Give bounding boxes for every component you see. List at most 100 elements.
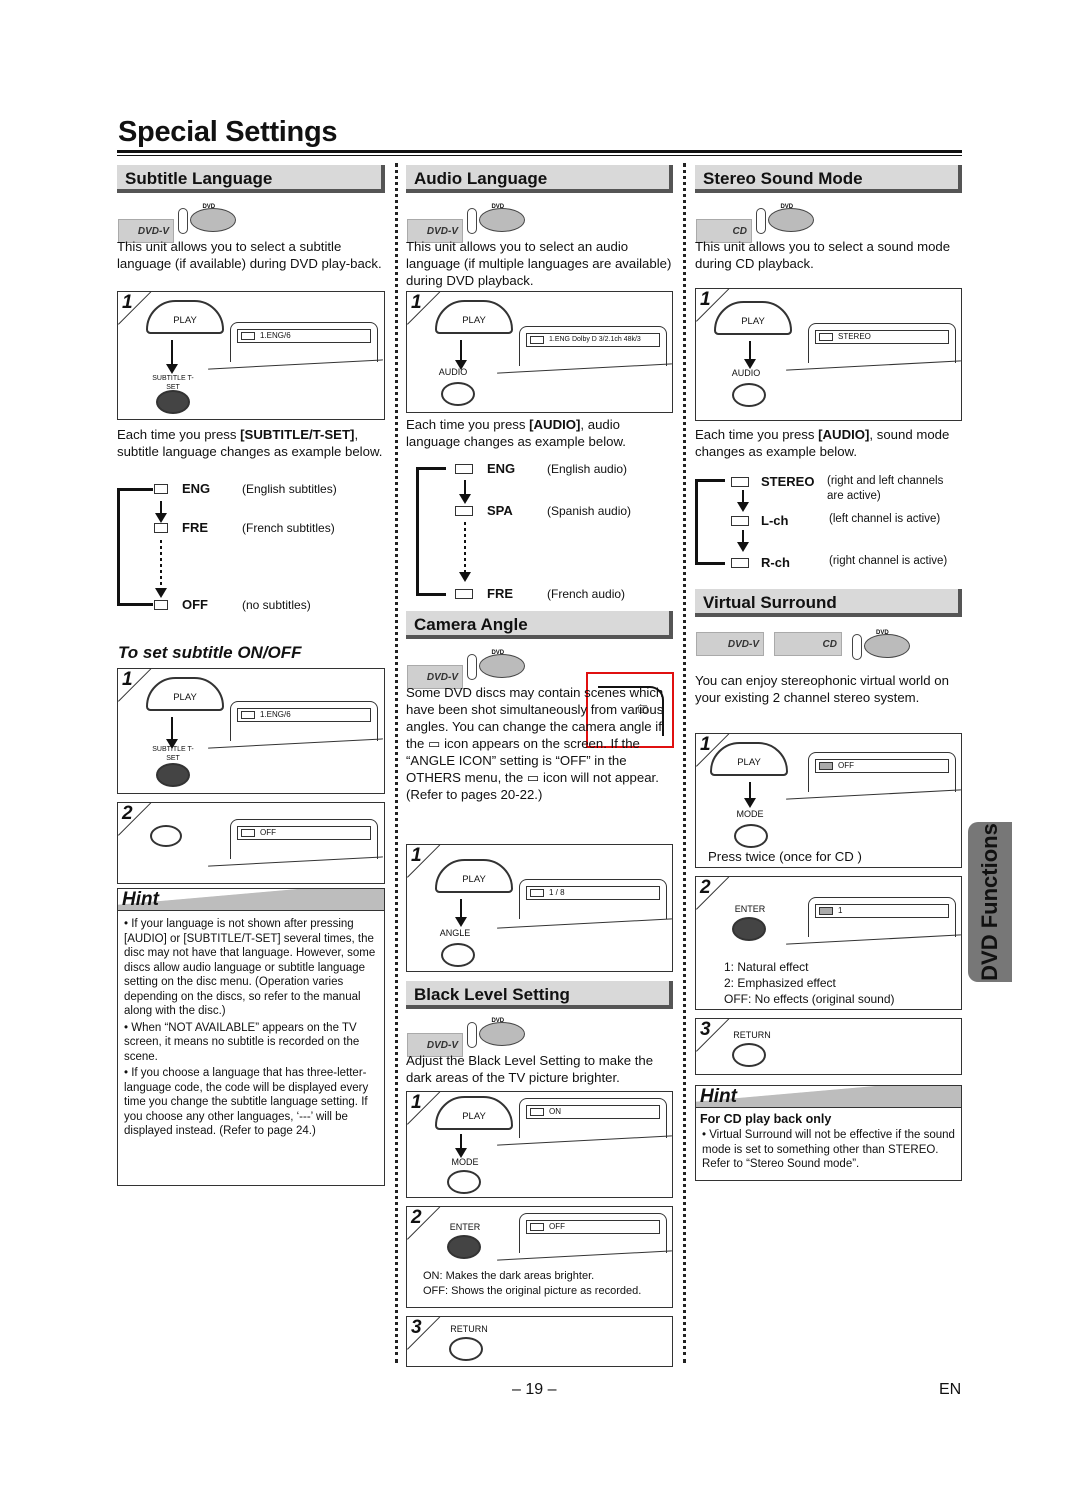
tv-screen: 1.ENG Dolby D 3/2.1ch 48k/3 bbox=[519, 326, 667, 366]
osd-text: STEREO bbox=[838, 332, 871, 341]
subtitle-option: ENG (English subtitles) bbox=[154, 481, 337, 496]
step-number: 3 bbox=[411, 1317, 422, 1338]
subtitle-option: OFF (no subtitles) bbox=[154, 597, 311, 612]
tv-screen: OFF bbox=[230, 819, 378, 859]
tv-screen: STEREO bbox=[808, 323, 956, 363]
dvd-disc-icon: DVD bbox=[467, 204, 527, 234]
note: ON: Makes the dark areas brighter. bbox=[423, 1270, 595, 1282]
play-button-illustration: PLAY bbox=[435, 300, 513, 334]
osd-text: ON bbox=[549, 1107, 561, 1116]
osd-text: 1.ENG Dolby D 3/2.1ch 48k/3 bbox=[549, 336, 641, 343]
column-divider bbox=[395, 163, 398, 1363]
hint-item: • Virtual Surround will not be effective… bbox=[702, 1129, 955, 1170]
tv-screen: 1.ENG/6 bbox=[230, 701, 378, 741]
osd-text: 1 / 8 bbox=[549, 888, 565, 897]
audio-instruction: Each time you press [AUDIO], audio langu… bbox=[406, 417, 626, 449]
step-number: 2 bbox=[122, 803, 133, 824]
step-number: 1 bbox=[122, 292, 133, 313]
down-arrow-icon bbox=[455, 1134, 467, 1158]
title-rule-thin bbox=[117, 155, 962, 156]
audio-intro: This unit allows you to select an audio … bbox=[406, 239, 672, 288]
dvd-disc-icon: DVD bbox=[467, 650, 527, 680]
subtitle-icon bbox=[154, 483, 168, 494]
down-arrow-icon bbox=[744, 782, 756, 808]
hint-title: Hint bbox=[696, 1086, 961, 1108]
down-arrow-icon bbox=[155, 501, 167, 523]
osd-text: OFF bbox=[260, 828, 276, 837]
cd-badge: CD bbox=[774, 632, 842, 656]
note: OFF: No effects (original sound) bbox=[724, 992, 895, 1006]
play-button-illustration: PLAY bbox=[710, 742, 788, 776]
down-arrow-icon bbox=[455, 899, 467, 927]
dvd-disc-icon: DVD bbox=[178, 204, 238, 234]
title-rule bbox=[117, 150, 962, 153]
step-number: 2 bbox=[700, 877, 711, 898]
button-label: RETURN bbox=[733, 1030, 771, 1040]
tv-screen: 1 / 8 bbox=[519, 879, 667, 919]
mode-button-illustration bbox=[447, 1170, 481, 1194]
black-step-1: 1 PLAY MODE ON bbox=[406, 1091, 673, 1198]
section-heading-audio: Audio Language bbox=[406, 165, 673, 193]
subtitle-icon bbox=[154, 522, 168, 533]
stereo-step-1: 1 PLAY AUDIO STEREO bbox=[695, 288, 962, 421]
down-arrow-icon bbox=[744, 341, 756, 369]
down-arrow-icon bbox=[455, 340, 467, 370]
camera-text: Some DVD discs may contain scenes which … bbox=[406, 685, 664, 802]
dvd-disc-icon: DVD bbox=[756, 204, 816, 234]
section-heading-stereo: Stereo Sound Mode bbox=[695, 165, 962, 193]
hint-subtitle: For CD play back only bbox=[700, 1112, 832, 1126]
down-arrow-icon bbox=[166, 340, 178, 374]
return-button-illustration bbox=[449, 1337, 483, 1361]
osd-text: 1 bbox=[838, 906, 843, 915]
dvd-v-badge: DVD-V bbox=[696, 632, 764, 656]
stereo-option: L-ch (left channel is active) bbox=[731, 513, 963, 528]
page-number: – 19 – bbox=[512, 1381, 557, 1398]
subtitle-step-1: 1 PLAY SUBTITLE T-SET 1.ENG/6 bbox=[117, 291, 385, 420]
compat-icons: DVD-V CD DVD bbox=[696, 630, 912, 660]
down-arrow-icon bbox=[737, 530, 749, 552]
stereo-option: STEREO (right and left channels are activ… bbox=[731, 474, 963, 504]
cycle-arrow bbox=[117, 488, 153, 606]
step-number: 1 bbox=[122, 669, 133, 690]
audio-option: ENG (English audio) bbox=[455, 461, 627, 476]
play-button-illustration bbox=[150, 825, 182, 847]
step-number: 1 bbox=[700, 734, 711, 755]
mode-button-illustration bbox=[734, 824, 768, 848]
tv-screen: ON bbox=[519, 1098, 667, 1138]
play-button-illustration: PLAY bbox=[146, 300, 224, 334]
play-button-illustration: PLAY bbox=[714, 301, 792, 335]
stereo-instruction: Each time you press [AUDIO], sound mode … bbox=[695, 427, 950, 459]
dvd-disc-icon: DVD bbox=[852, 630, 912, 660]
tv-screen: OFF bbox=[519, 1213, 667, 1253]
button-label: SUBTITLE T-SET bbox=[152, 746, 194, 762]
subtitle-intro: This unit allows you to select a subtitl… bbox=[117, 239, 382, 271]
section-heading-camera: Camera Angle bbox=[406, 611, 673, 639]
cycle-arrow bbox=[695, 479, 725, 565]
page-title: Special Settings bbox=[118, 116, 338, 148]
step-number: 1 bbox=[411, 845, 422, 866]
step-number: 1 bbox=[700, 289, 711, 310]
step-number: 3 bbox=[700, 1019, 711, 1040]
audio-step-1: 1 PLAY AUDIO 1.ENG Dolby D 3/2.1ch 48k/3 bbox=[406, 291, 673, 413]
virtual-hint: Hint For CD play back only • Virtual Sur… bbox=[695, 1085, 962, 1181]
stereo-intro: This unit allows you to select a sound m… bbox=[695, 239, 951, 271]
subtitle-button-illustration bbox=[156, 763, 190, 787]
button-label: MODE bbox=[451, 1157, 479, 1167]
virtual-step-1: 1 PLAY MODE OFF Press twice (once for CD… bbox=[695, 733, 962, 868]
osd-text: 1.ENG/6 bbox=[260, 331, 291, 340]
down-arrow-icon bbox=[166, 717, 178, 749]
play-button-illustration: PLAY bbox=[146, 677, 224, 711]
hint-title: Hint bbox=[118, 889, 384, 911]
onoff-step-2: 2 OFF bbox=[117, 802, 385, 884]
stereo-option: R-ch (right channel is active) bbox=[731, 555, 963, 570]
button-label: MODE bbox=[736, 809, 764, 819]
virtual-step-3: 3 RETURN bbox=[695, 1018, 962, 1075]
tv-screen: 1.ENG/6 bbox=[230, 322, 378, 362]
subtitle-icon bbox=[154, 599, 168, 610]
onoff-heading: To set subtitle ON/OFF bbox=[118, 643, 302, 662]
onoff-step-1: 1 PLAY SUBTITLE T-SET 1.ENG/6 bbox=[117, 668, 385, 794]
column-divider bbox=[683, 163, 686, 1363]
audio-icon bbox=[731, 477, 749, 487]
dotted-arrow-icon bbox=[155, 540, 167, 598]
black-step-3: 3 RETURN bbox=[406, 1316, 673, 1367]
